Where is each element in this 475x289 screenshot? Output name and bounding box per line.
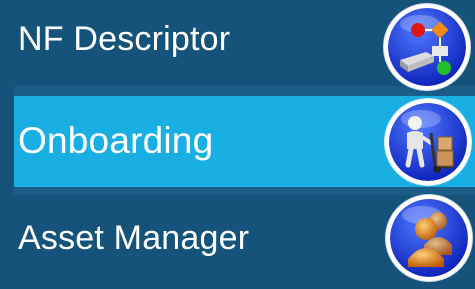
workflow-server-icon <box>384 4 470 90</box>
menu-divider <box>14 86 475 96</box>
menu-item-nf-descriptor[interactable]: NF Descriptor <box>0 0 475 90</box>
menu-item-label: Asset Manager <box>18 219 250 257</box>
menu-item-label: Onboarding <box>18 120 214 161</box>
menu-item-label: NF Descriptor <box>18 20 231 58</box>
user-group-icon <box>386 195 472 281</box>
person-handtruck-icon <box>385 99 471 185</box>
menu-divider <box>14 187 475 195</box>
menu-item-asset-manager[interactable]: Asset Manager <box>0 195 475 289</box>
menu-left-strip <box>0 86 14 195</box>
menu-item-onboarding[interactable]: Onboarding <box>14 96 475 187</box>
navigation-menu: NF Descriptor Onboarding Asset Manager <box>0 0 475 289</box>
